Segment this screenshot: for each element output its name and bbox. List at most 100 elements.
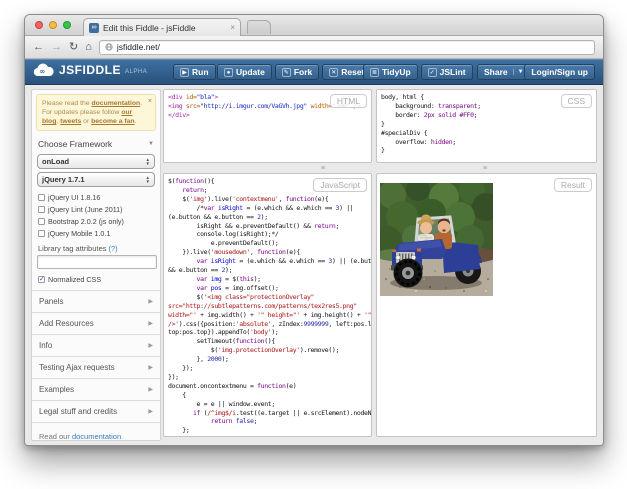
reset-label: Reset: [341, 67, 365, 77]
code-line[interactable]: /*var isRight = (e.which && e.which == 3…: [168, 204, 371, 213]
code-line[interactable]: var pos = img.offset();: [168, 284, 371, 293]
accordion-label: Legal stuff and credits: [39, 407, 118, 416]
accordion-item-info[interactable]: Info ▶: [32, 335, 160, 357]
code-line[interactable]: </div>: [168, 111, 371, 120]
accordion-label: Info: [39, 341, 53, 350]
checkbox-icon[interactable]: [38, 193, 45, 201]
notice-link[interactable]: documentation: [92, 100, 141, 107]
checkbox-checked-icon[interactable]: ✓: [38, 275, 45, 283]
code-line[interactable]: overflow: hidden;: [381, 138, 596, 147]
html-editor-panel[interactable]: <div id="bla"> <img src="http://i.imgur.c…: [163, 89, 372, 163]
js-code[interactable]: $(function(){ return; $('img').live('con…: [164, 174, 371, 435]
code-line[interactable]: width="' + img.width() + '" height="' + …: [168, 311, 371, 320]
framework-checkbox-row[interactable]: jQuery Mobile 1.0.1: [32, 227, 160, 239]
library-tag-input[interactable]: [37, 255, 157, 269]
code-line[interactable]: }: [381, 120, 596, 129]
framework-value: jQuery 1.7.1: [42, 175, 85, 184]
splitter-grip[interactable]: ≡: [483, 165, 487, 172]
js-editor-panel[interactable]: $(function(){ return; $('img').live('con…: [163, 173, 372, 437]
jsfiddle-header: ∞ JSFIDDLE ALPHA ▶ Run ● Update ✎ Fork ✕…: [25, 59, 603, 85]
code-line[interactable]: (e.button && e.button == 2);: [168, 213, 371, 222]
code-line[interactable]: if (/^img$/i.test((e.target || e.srcElem…: [168, 409, 371, 418]
documentation-link[interactable]: documentation: [72, 432, 121, 440]
accordion-item-panels[interactable]: Panels ▶: [32, 291, 160, 313]
normalized-css-row[interactable]: ✓ Normalized CSS: [32, 273, 160, 285]
select-arrows-icon: ▲ ▼: [145, 175, 150, 184]
onload-select[interactable]: onLoad ▲ ▼: [37, 154, 155, 169]
code-line[interactable]: $('img.protectionOverlay').remove();: [168, 346, 371, 355]
code-line[interactable]: && e.button == 2);: [168, 266, 371, 275]
code-line[interactable]: return false;: [168, 417, 371, 426]
back-icon[interactable]: ←: [33, 41, 44, 53]
accordion-item-examples[interactable]: Examples ▶: [32, 379, 160, 401]
tidyup-button[interactable]: ≣ TidyUp: [363, 64, 418, 80]
browser-tab[interactable]: ∞ Edit this Fiddle - jsFiddle ×: [83, 18, 241, 36]
checkbox-icon[interactable]: [38, 229, 45, 237]
tab-close-icon[interactable]: ×: [230, 23, 235, 32]
code-line[interactable]: #specialDiv {: [381, 129, 596, 138]
notice-link[interactable]: tweets: [60, 118, 81, 125]
jslint-label: JSLint: [439, 67, 466, 77]
code-line[interactable]: document.oncontextmenu = function(e): [168, 382, 371, 391]
close-window-button[interactable]: [35, 21, 43, 29]
accordion-item-add-resources[interactable]: Add Resources ▶: [32, 313, 160, 335]
minimize-window-button[interactable]: [49, 21, 57, 29]
framework-checkbox-row[interactable]: jQuery Lint (June 2011): [32, 203, 160, 215]
css-panel-badge: CSS: [560, 94, 592, 108]
code-line[interactable]: />').css({position:'absolute', zIndex:99…: [168, 320, 371, 329]
code-line[interactable]: });: [168, 373, 371, 382]
notice-link[interactable]: become a fan: [91, 118, 134, 125]
result-image-kids-in-toy-jeep[interactable]: [380, 183, 493, 296]
jsfiddle-logo[interactable]: ∞ JSFIDDLE ALPHA: [33, 63, 147, 77]
checkbox-icon[interactable]: [38, 205, 45, 213]
framework-checkbox-row[interactable]: Bootstrap 2.0.2 (js only): [32, 215, 160, 227]
framework-checkbox-row[interactable]: jQuery UI 1.8.16: [32, 191, 160, 203]
accordion-item-testing-ajax-requests[interactable]: Testing Ajax requests ▶: [32, 357, 160, 379]
code-line[interactable]: });: [168, 364, 371, 373]
code-line[interactable]: src="http://subtlepatterns.com/patterns/…: [168, 302, 371, 311]
reload-icon[interactable]: ↻: [69, 41, 78, 53]
code-line[interactable]: $('<img class="protectionOverlay": [168, 293, 371, 302]
login-signup-button[interactable]: Login/Sign up: [524, 64, 595, 80]
code-line[interactable]: }).live('mousedown', function(e){: [168, 248, 371, 257]
address-bar[interactable]: jsfiddle.net/: [98, 39, 595, 55]
splitter-grip[interactable]: ≡: [321, 165, 325, 172]
choose-framework-header[interactable]: Choose Framework ▼: [32, 135, 160, 151]
code-line[interactable]: border: 2px solid #FF0;: [381, 111, 596, 120]
framework-select[interactable]: jQuery 1.7.1 ▲ ▼: [37, 172, 155, 187]
code-line[interactable]: e = e || window.event;: [168, 400, 371, 409]
jsfiddle-page: ∞ JSFIDDLE ALPHA ▶ Run ● Update ✎ Fork ✕…: [25, 59, 603, 445]
checkbox-label: jQuery UI 1.8.16: [48, 192, 101, 202]
choose-framework-label: Choose Framework: [38, 139, 113, 149]
code-line[interactable]: e.preventDefault();: [168, 239, 371, 248]
code-line[interactable]: var isRight = (e.which && e.which == 3) …: [168, 257, 371, 266]
code-line[interactable]: }, 2000);: [168, 355, 371, 364]
code-line[interactable]: console.log(isRight);*/: [168, 230, 371, 239]
help-link[interactable]: (?): [108, 244, 117, 253]
notice-close-icon[interactable]: ×: [148, 97, 152, 106]
code-line[interactable]: $('img').live('contextmenu', function(e)…: [168, 195, 371, 204]
accordion-item-legal-stuff-and-credits[interactable]: Legal stuff and credits ▶: [32, 401, 160, 423]
checkbox-icon[interactable]: [38, 217, 45, 225]
chevron-right-icon: ▶: [148, 299, 153, 305]
zoom-window-button[interactable]: [63, 21, 71, 29]
code-line[interactable]: isRight && e.preventDefault() && return;: [168, 222, 371, 231]
forward-icon[interactable]: →: [51, 41, 62, 53]
code-line[interactable]: top:pos.top}).appendTo('body');: [168, 328, 371, 337]
run-button[interactable]: ▶ Run: [173, 64, 216, 80]
share-button[interactable]: Share ▼: [477, 64, 531, 80]
css-editor-panel[interactable]: body, html { background: transparent; bo…: [376, 89, 597, 163]
code-line[interactable]: setTimeout(function(){: [168, 337, 371, 346]
code-line[interactable]: }: [381, 146, 596, 155]
code-line[interactable]: {: [168, 391, 371, 400]
login-label: Login/Sign up: [531, 67, 588, 77]
home-icon[interactable]: ⌂: [85, 41, 92, 53]
code-line[interactable]: };: [168, 426, 371, 435]
new-tab-button[interactable]: [247, 20, 271, 34]
chevron-down-icon[interactable]: ▼: [512, 69, 524, 75]
share-label: Share: [484, 67, 508, 77]
code-line[interactable]: var img = $(this);: [168, 275, 371, 284]
update-button[interactable]: ● Update: [217, 64, 272, 80]
jslint-button[interactable]: ✓ JSLint: [420, 64, 473, 80]
fork-button[interactable]: ✎ Fork: [274, 64, 320, 80]
